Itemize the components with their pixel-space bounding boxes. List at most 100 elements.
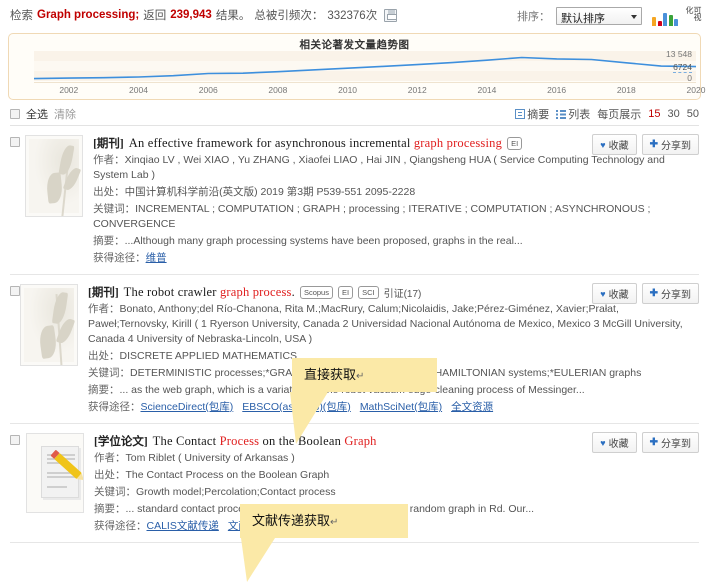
badge-sci: SCI bbox=[358, 285, 379, 299]
share-label: 分享到 bbox=[661, 439, 691, 450]
callout-tail bbox=[290, 392, 328, 444]
share-button[interactable]: ✚ 分享到 bbox=[641, 432, 699, 453]
access-link[interactable]: 维普 bbox=[146, 252, 167, 264]
access-label: 获得途径： bbox=[93, 252, 146, 264]
result-type: [学位论文] bbox=[94, 436, 148, 448]
badge-scopus: Scopus bbox=[299, 285, 333, 299]
result-count: 239,943 bbox=[170, 9, 212, 21]
authors-value: Tom Riblet ( University of Arkansas ) bbox=[125, 452, 295, 464]
chart-xtick: 2020 bbox=[686, 85, 706, 95]
leaf-thumbnail[interactable] bbox=[25, 135, 84, 217]
chart-ytick-min: 0 bbox=[687, 73, 692, 83]
result-title[interactable]: The robot crawler graph process. bbox=[124, 285, 295, 300]
favorite-button[interactable]: ♥ 收藏 bbox=[592, 432, 637, 453]
result-checkbox[interactable] bbox=[10, 286, 20, 296]
source-label: 出处： bbox=[94, 469, 126, 481]
document-pencil-thumbnail[interactable] bbox=[26, 433, 84, 513]
callout-direct-access: 直接获取↵ bbox=[290, 358, 437, 444]
access-link-fulltext[interactable]: 全文资源 bbox=[451, 401, 493, 413]
source-value: 中国计算机科学前沿(英文版) 2019 第3期 P539-551 2095-22… bbox=[124, 186, 416, 198]
search-label: 检索 bbox=[10, 10, 33, 22]
chart-xtick: 2008 bbox=[268, 85, 288, 95]
favorite-button[interactable]: ♥ 收藏 bbox=[592, 283, 637, 304]
result-source: 出处：The Contact Process on the Boolean Gr… bbox=[94, 468, 699, 483]
title-part: The robot crawler bbox=[123, 284, 220, 299]
heart-icon: ♥ bbox=[600, 288, 606, 299]
citation-count[interactable]: 引证(17) bbox=[384, 285, 422, 300]
chart-xtick: 2004 bbox=[129, 85, 148, 95]
result-title[interactable]: An effective framework for asynchronous … bbox=[129, 136, 502, 151]
result-item: [期刊] The robot crawler graph process. Sc… bbox=[10, 275, 699, 424]
source-label: 出处： bbox=[93, 186, 125, 198]
chart-xtick: 2010 bbox=[338, 85, 358, 95]
share-label: 分享到 bbox=[661, 290, 691, 301]
authors-label: 作者： bbox=[88, 303, 120, 315]
share-button[interactable]: ✚ 分享到 bbox=[641, 134, 699, 155]
chart-ytick-current: 6724 bbox=[673, 62, 692, 73]
chart-x-axis: 2002 2004 2006 2008 2010 2012 2014 2016 2018 2020 bbox=[34, 82, 705, 96]
clear-button[interactable]: 清除 bbox=[54, 106, 76, 122]
result-suffix: 结果。 bbox=[215, 10, 251, 22]
authors-label: 作者： bbox=[93, 154, 125, 166]
per-page-15[interactable]: 15 bbox=[648, 108, 660, 120]
per-page-50[interactable]: 50 bbox=[687, 108, 699, 120]
favorite-label: 收藏 bbox=[608, 290, 629, 301]
access-link-calis[interactable]: CALIS文献传递 bbox=[147, 520, 219, 532]
plus-icon: ✚ bbox=[649, 139, 658, 150]
title-part: The Contact bbox=[152, 433, 220, 448]
list-view-button[interactable]: 列表 bbox=[556, 106, 590, 122]
leaf-thumbnail[interactable] bbox=[20, 284, 78, 366]
abstract-icon bbox=[515, 109, 526, 119]
share-button[interactable]: ✚ 分享到 bbox=[641, 283, 699, 304]
keywords-label: 关键词： bbox=[94, 486, 136, 498]
result-authors: 作者：Tom Riblet ( University of Arkansas ) bbox=[94, 451, 699, 466]
list-view-label: 列表 bbox=[568, 109, 591, 121]
chart-plot-area: 13 548 6724 0 bbox=[34, 49, 696, 83]
sort-controls: 排序： 默认排序 可视化 bbox=[517, 6, 702, 26]
result-item: [期刊] An effective framework for asynchro… bbox=[10, 126, 699, 275]
callout-document-delivery: 文献传递获取↵ bbox=[240, 504, 408, 582]
per-page-30[interactable]: 30 bbox=[668, 108, 680, 120]
cited-label: 总被引频次： bbox=[254, 10, 324, 22]
trend-chart-panel: 相关论著发文量趋势图 13 548 6724 0 2002 2004 2006 200… bbox=[8, 33, 705, 100]
callout-return-mark: ↵ bbox=[330, 517, 339, 528]
keywords-label: 关键词： bbox=[93, 203, 136, 215]
title-highlight: graph processing bbox=[413, 135, 503, 150]
authors-value: Xinqiao LV , Wei XIAO , Yu ZHANG , Xiaof… bbox=[93, 154, 665, 181]
share-label: 分享到 bbox=[661, 141, 691, 152]
sort-select[interactable]: 默认排序 bbox=[556, 7, 642, 25]
keywords-label: 关键词： bbox=[88, 367, 130, 379]
select-all-label[interactable]: 全选 bbox=[26, 106, 48, 122]
result-keywords: 关键词：INCREMENTAL ; COMPUTATION ; GRAPH ; … bbox=[93, 202, 699, 232]
result-checkbox[interactable] bbox=[10, 435, 20, 445]
search-query: Graph processing; bbox=[37, 9, 140, 21]
authors-label: 作者： bbox=[94, 452, 126, 464]
keywords-value: Growth model;Percolation;Contact process bbox=[136, 486, 336, 498]
chart-xtick: 2014 bbox=[477, 85, 497, 95]
heart-icon: ♥ bbox=[600, 139, 606, 150]
access-link-mathscinet[interactable]: MathSciNet(包库) bbox=[360, 401, 442, 413]
badge-ei: EI bbox=[507, 136, 523, 150]
select-all-checkbox[interactable] bbox=[10, 109, 20, 119]
callout-text: 直接获取 bbox=[304, 367, 357, 382]
result-access: 获得途径：维普 bbox=[93, 251, 699, 266]
access-label: 获得途径： bbox=[88, 401, 141, 413]
per-page-label: 每页展示 bbox=[597, 109, 642, 121]
result-type: [期刊] bbox=[93, 138, 124, 150]
visualization-chart-icon[interactable] bbox=[652, 6, 678, 26]
abstract-view-button[interactable]: 摘要 bbox=[515, 106, 549, 122]
chart-title: 相关论著发文量趋势图 bbox=[299, 39, 410, 51]
sort-label: 排序： bbox=[517, 11, 550, 23]
result-checkbox[interactable] bbox=[10, 137, 20, 147]
access-link-sciencedirect[interactable]: ScienceDirect(包库) bbox=[141, 401, 234, 413]
save-icon[interactable] bbox=[384, 8, 398, 22]
plus-icon: ✚ bbox=[649, 437, 658, 448]
sort-selected-value: 默认排序 bbox=[561, 13, 605, 25]
chart-ytick-max: 13 548 bbox=[666, 49, 692, 59]
visualization-label[interactable]: 可视化 bbox=[685, 6, 702, 26]
keywords-value: INCREMENTAL ; COMPUTATION ; GRAPH ; proc… bbox=[93, 203, 651, 230]
chart-xtick: 2012 bbox=[407, 85, 427, 95]
favorite-button[interactable]: ♥ 收藏 bbox=[592, 134, 637, 155]
title-highlight: Process bbox=[219, 433, 260, 448]
result-access: 获得途径：ScienceDirect(包库)EBSCO(asp/bsp)(包库)… bbox=[88, 400, 699, 415]
